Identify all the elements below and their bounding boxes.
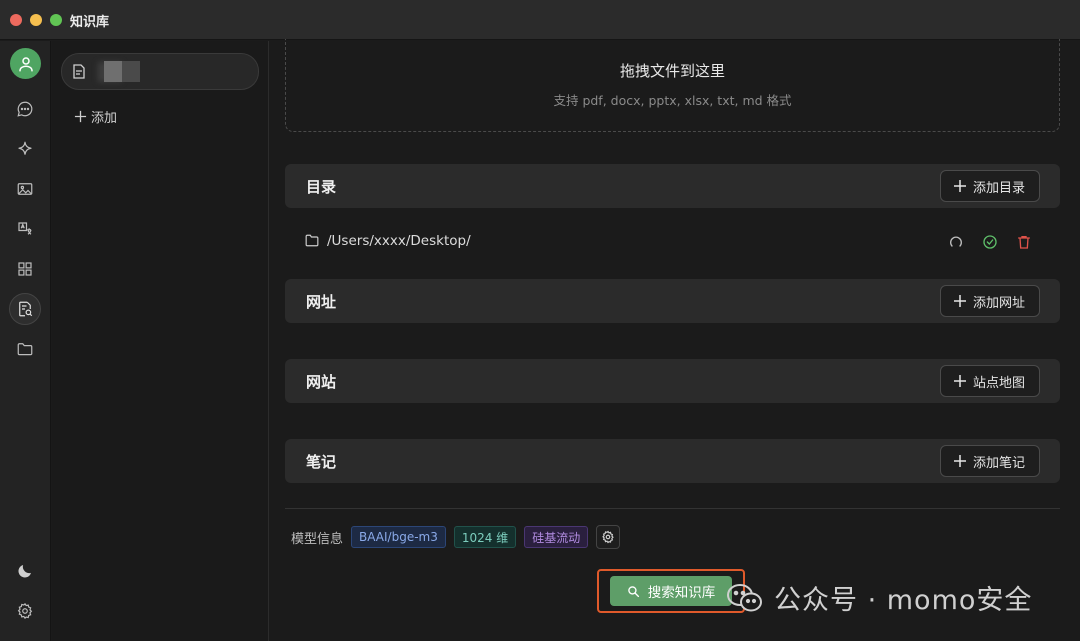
settings-button[interactable] bbox=[9, 595, 41, 627]
sidebar-item-images[interactable] bbox=[9, 173, 41, 205]
provider-tag: 硅基流动 bbox=[524, 526, 589, 548]
apps-icon bbox=[18, 262, 32, 276]
search-icon bbox=[627, 585, 639, 597]
folder-icon bbox=[17, 343, 33, 356]
sparkle-icon bbox=[18, 141, 32, 155]
folder-icon bbox=[305, 234, 319, 247]
knowledge-base-list: 添加 bbox=[52, 41, 269, 641]
gear-icon bbox=[17, 602, 33, 620]
translate-icon bbox=[18, 222, 32, 235]
sidebar-item-agents[interactable] bbox=[9, 133, 41, 165]
sidebar-item-files[interactable] bbox=[9, 333, 41, 365]
website-section-title: 网站 bbox=[306, 373, 337, 391]
user-icon bbox=[18, 56, 33, 71]
document-icon bbox=[73, 64, 85, 79]
gear-icon bbox=[602, 530, 614, 544]
theme-toggle-button[interactable] bbox=[9, 555, 41, 587]
maximize-window-button[interactable] bbox=[50, 14, 62, 26]
search-highlight: 搜索知识库 bbox=[597, 569, 745, 613]
directory-actions bbox=[948, 234, 1032, 250]
knowledge-icon bbox=[19, 301, 33, 317]
watermark-text: 公众号 · momo安全 bbox=[774, 585, 1033, 616]
plus-icon bbox=[953, 295, 966, 307]
search-knowledge-base-button[interactable]: 搜索知识库 bbox=[610, 576, 732, 606]
minimize-window-button[interactable] bbox=[30, 14, 42, 26]
add-directory-button[interactable]: 添加目录 bbox=[939, 170, 1040, 202]
model-info: 模型信息 BAAI/bge-m3 1024 维 硅基流动 bbox=[291, 525, 621, 549]
website-section: 网站 站点地图 bbox=[285, 359, 1060, 403]
plus-icon bbox=[953, 375, 966, 387]
knowledge-base-detail: 拖拽文件到这里 支持 pdf, docx, pptx, xlsx, txt, m… bbox=[270, 39, 1080, 641]
title-bar: 知识库 bbox=[0, 0, 1080, 40]
add-url-button[interactable]: 添加网址 bbox=[939, 285, 1040, 317]
model-info-label: 模型信息 bbox=[291, 531, 344, 547]
redacted-name-block bbox=[122, 61, 140, 82]
notes-section: 笔记 添加笔记 bbox=[285, 439, 1060, 483]
model-settings-button[interactable] bbox=[596, 525, 621, 549]
directory-path: /Users/xxxx/Desktop/ bbox=[327, 233, 471, 249]
sitemap-button[interactable]: 站点地图 bbox=[939, 365, 1040, 397]
sidebar-item-knowledge[interactable] bbox=[9, 293, 41, 325]
plus-icon bbox=[74, 110, 87, 123]
check-circle-icon[interactable] bbox=[982, 234, 998, 250]
image-icon bbox=[17, 183, 33, 195]
add-url-label: 添加网址 bbox=[972, 295, 1025, 311]
sitemap-label: 站点地图 bbox=[972, 375, 1025, 391]
avatar[interactable] bbox=[10, 48, 41, 79]
icon-sidebar bbox=[0, 41, 51, 641]
redacted-name-block bbox=[104, 61, 122, 82]
refresh-icon[interactable] bbox=[948, 234, 964, 250]
trash-icon[interactable] bbox=[1016, 234, 1032, 250]
wechat-icon bbox=[727, 583, 762, 611]
knowledge-base-item[interactable] bbox=[61, 53, 259, 90]
add-note-button[interactable]: 添加笔记 bbox=[939, 445, 1040, 477]
dimension-tag: 1024 维 bbox=[453, 526, 517, 548]
directory-item: /Users/xxxx/Desktop/ bbox=[285, 225, 1060, 259]
plus-icon bbox=[953, 455, 966, 467]
sidebar-item-apps[interactable] bbox=[9, 253, 41, 285]
chat-icon bbox=[17, 101, 33, 117]
close-window-button[interactable] bbox=[10, 14, 22, 26]
url-section: 网址 添加网址 bbox=[285, 279, 1060, 323]
plus-icon bbox=[953, 180, 966, 192]
url-section-title: 网址 bbox=[306, 293, 337, 311]
search-knowledge-base-label: 搜索知识库 bbox=[647, 585, 716, 601]
model-name-tag: BAAI/bge-m3 bbox=[351, 526, 446, 548]
dropzone-subtitle: 支持 pdf, docx, pptx, xlsx, txt, md 格式 bbox=[553, 93, 792, 108]
add-knowledge-base-button[interactable]: 添加 bbox=[74, 107, 117, 126]
window-title: 知识库 bbox=[70, 15, 110, 30]
file-dropzone[interactable]: 拖拽文件到这里 支持 pdf, docx, pptx, xlsx, txt, m… bbox=[285, 39, 1060, 132]
watermark: 公众号 · momo安全 bbox=[726, 578, 1032, 617]
sidebar-item-chat[interactable] bbox=[9, 93, 41, 125]
directory-section-title: 目录 bbox=[306, 178, 337, 196]
divider bbox=[285, 508, 1060, 509]
dropzone-title: 拖拽文件到这里 bbox=[619, 62, 725, 80]
add-knowledge-base-label: 添加 bbox=[91, 111, 118, 126]
add-directory-label: 添加目录 bbox=[972, 180, 1025, 196]
notes-section-title: 笔记 bbox=[306, 453, 337, 471]
add-note-label: 添加笔记 bbox=[972, 455, 1025, 471]
sidebar-item-translate[interactable] bbox=[9, 213, 41, 245]
moon-icon bbox=[18, 565, 31, 578]
directory-section: 目录 添加目录 bbox=[285, 164, 1060, 208]
